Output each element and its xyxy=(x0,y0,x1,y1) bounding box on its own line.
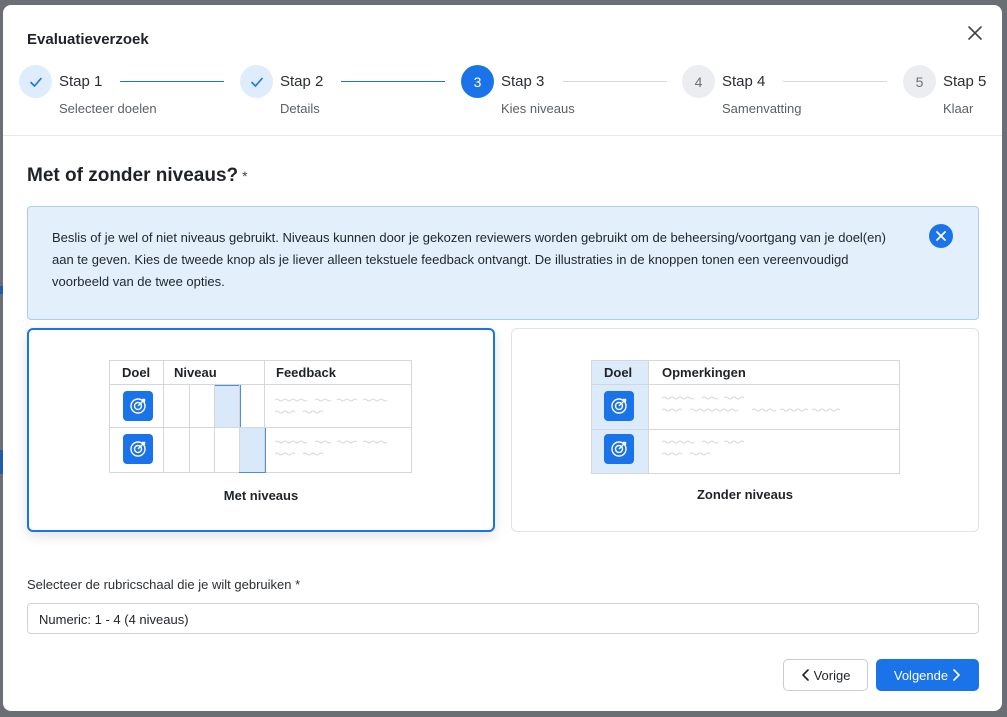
placeholder-text-scribble xyxy=(662,440,745,456)
divider xyxy=(189,385,190,472)
level-highlight xyxy=(239,427,266,473)
divider xyxy=(648,361,649,473)
option-label: Zonder niveaus xyxy=(696,487,794,502)
required-mark: * xyxy=(242,168,248,184)
placeholder-text-scribble xyxy=(662,396,841,412)
section-title: Met of zonder niveaus? * xyxy=(27,165,248,187)
next-button[interactable]: Volgende xyxy=(876,659,979,691)
goal-target-icon xyxy=(123,391,153,421)
divider xyxy=(239,385,240,472)
next-button-label: Volgende xyxy=(893,667,949,683)
divider xyxy=(592,429,899,430)
without-levels-illustration: Doel Opmerkingen xyxy=(591,360,900,474)
step-connector xyxy=(783,81,887,82)
column-header-level: Niveau xyxy=(174,365,217,380)
option-label: Met niveaus xyxy=(223,488,299,503)
illustration-header: Doel Opmerkingen xyxy=(592,361,899,385)
dialog-header: Evaluatieverzoek Stap 1 Selecteer doelen xyxy=(3,5,1002,136)
step-number: 4 xyxy=(682,65,715,98)
dialog-title: Evaluatieverzoek xyxy=(27,31,149,48)
column-header-feedback: Feedback xyxy=(276,365,336,380)
chevron-left-icon xyxy=(801,669,809,681)
evaluation-request-dialog: Evaluatieverzoek Stap 1 Selecteer doelen xyxy=(3,5,1002,711)
goal-target-icon xyxy=(604,391,634,421)
step-sublabel: Selecteer doelen xyxy=(59,101,157,116)
step-sublabel: Samenvatting xyxy=(722,101,802,116)
goal-target-icon xyxy=(123,434,153,464)
chevron-right-icon xyxy=(953,669,960,681)
rubric-scale-select[interactable]: Numeric: 1 - 4 (4 niveaus) xyxy=(27,603,979,634)
placeholder-text-scribble xyxy=(275,440,388,456)
previous-button-label: Vorige xyxy=(813,667,851,683)
step-sublabel: Details xyxy=(280,101,320,116)
placeholder-text-scribble xyxy=(275,398,388,414)
previous-button[interactable]: Vorige xyxy=(783,659,868,691)
level-highlight xyxy=(214,385,241,428)
goal-target-icon xyxy=(604,434,634,464)
divider xyxy=(163,361,164,472)
option-without-levels[interactable]: Doel Opmerkingen Zonder niveaus xyxy=(511,328,979,532)
illustration-header: Doel Niveau Feedback xyxy=(110,361,411,385)
divider xyxy=(214,385,215,472)
step-connector xyxy=(341,81,445,82)
step-check-icon xyxy=(240,65,273,98)
stepper: Stap 1 Selecteer doelen Stap 2 Details 3… xyxy=(3,65,1002,125)
step-sublabel: Klaar xyxy=(943,101,974,116)
info-text: Beslis of je wel of niet niveaus gebruik… xyxy=(52,230,886,289)
rubric-scale-label: Selecteer de rubricschaal die je wilt ge… xyxy=(27,577,301,592)
divider xyxy=(110,427,411,428)
column-header-remarks: Opmerkingen xyxy=(662,365,746,380)
close-icon xyxy=(968,26,982,40)
step-check-icon xyxy=(19,65,52,98)
step-label: Stap 3 xyxy=(501,73,545,90)
section-title-text: Met of zonder niveaus? xyxy=(27,165,239,186)
step-connector xyxy=(120,81,224,82)
step-label: Stap 2 xyxy=(280,73,324,90)
step-label: Stap 1 xyxy=(59,73,103,90)
option-with-levels[interactable]: Doel Niveau Feedback Met niveaus xyxy=(27,328,495,532)
step-number: 3 xyxy=(461,65,494,98)
with-levels-illustration: Doel Niveau Feedback xyxy=(109,360,412,473)
close-icon xyxy=(936,231,946,241)
step-label: Stap 4 xyxy=(722,73,766,90)
info-alert: Beslis of je wel of niet niveaus gebruik… xyxy=(27,206,979,320)
column-header-goal: Doel xyxy=(604,365,633,380)
step-connector xyxy=(563,81,667,82)
divider xyxy=(264,361,265,472)
dismiss-info-button[interactable] xyxy=(929,224,953,248)
close-button[interactable] xyxy=(965,23,985,43)
step-sublabel: Kies niveaus xyxy=(501,101,575,116)
step-number: 5 xyxy=(903,65,936,98)
column-header-goal: Doel xyxy=(122,365,151,380)
step-label: Stap 5 xyxy=(943,73,987,90)
